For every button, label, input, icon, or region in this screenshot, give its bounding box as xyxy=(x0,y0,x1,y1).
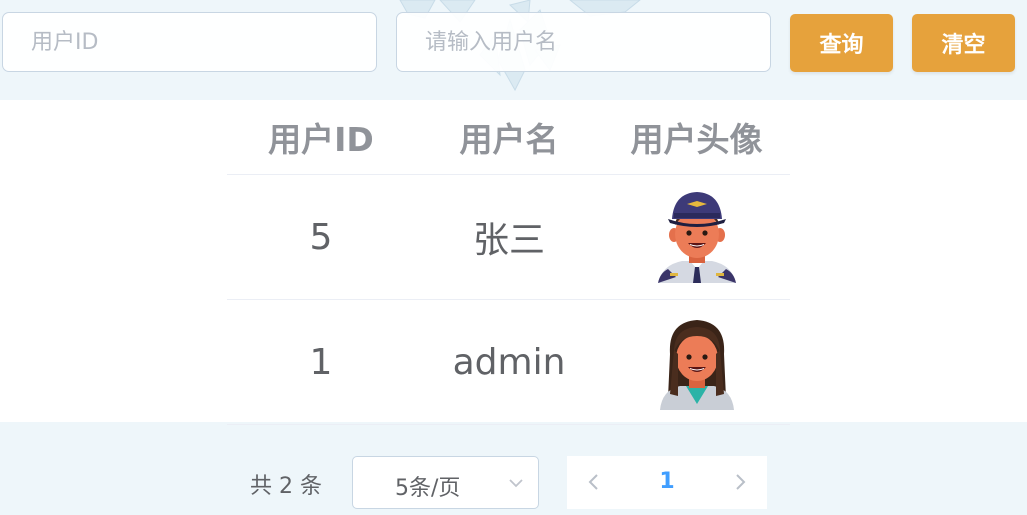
chevron-down-icon xyxy=(509,479,523,488)
pilot-avatar-icon xyxy=(657,192,736,283)
clear-button[interactable]: 清空 xyxy=(912,14,1015,72)
page-size-select[interactable]: 5条/页 xyxy=(352,456,539,509)
long-hair-avatar-icon xyxy=(659,320,734,410)
row-user-id: 5 xyxy=(309,216,333,258)
row-user-id-cell: 1 xyxy=(227,300,415,424)
chevron-right-icon[interactable] xyxy=(730,472,750,492)
username-input[interactable] xyxy=(396,12,771,72)
row-user-id-cell: 5 xyxy=(227,175,415,299)
page-size-value: 5条/页 xyxy=(395,476,461,501)
row-username-cell: 张三 xyxy=(415,175,603,299)
query-button[interactable]: 查询 xyxy=(790,14,893,72)
user-id-input[interactable] xyxy=(2,12,377,72)
row-username-cell: admin xyxy=(415,300,603,424)
row-user-id: 1 xyxy=(309,341,333,383)
user-table-panel: 用户ID 用户名 用户头像 5 张三 1 admin xyxy=(0,100,1027,425)
pagination-total: 共 2 条 xyxy=(250,474,322,499)
table-header-row: 用户ID 用户名 用户头像 xyxy=(227,100,790,175)
pager: 1 xyxy=(567,456,767,509)
user-management-page: 查询 清空 用户ID 用户名 用户头像 5 张三 xyxy=(0,0,1027,515)
chevron-left-icon[interactable] xyxy=(584,472,604,492)
row-avatar-cell xyxy=(603,300,790,424)
user-table: 用户ID 用户名 用户头像 5 张三 1 admin xyxy=(227,100,790,425)
row-avatar-cell xyxy=(603,175,790,299)
header-username: 用户名 xyxy=(459,120,559,159)
header-user-id: 用户ID xyxy=(268,120,374,159)
table-row: 1 admin xyxy=(227,300,790,425)
row-username: admin xyxy=(452,341,566,383)
page-number-current[interactable]: 1 xyxy=(652,469,682,494)
table-row: 5 张三 xyxy=(227,175,790,300)
header-avatar: 用户头像 xyxy=(630,120,763,159)
row-username: 张三 xyxy=(472,220,545,261)
